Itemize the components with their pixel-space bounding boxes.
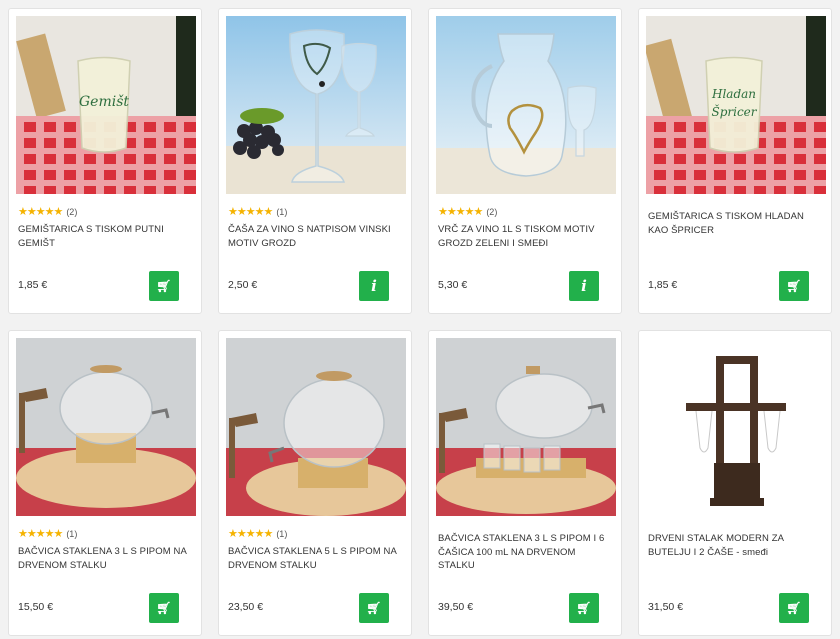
cart-icon: 🛒︎	[786, 279, 802, 293]
product-card[interactable]: ★★★★★ (2) VRČ ZA VINO 1L S TISKOM MOTIV …	[428, 8, 622, 314]
product-title[interactable]: ČAŠA ZA VINO S NATPISOM VINSKI MOTIV GRO…	[228, 223, 404, 250]
cart-icon: 🛒︎	[786, 601, 802, 615]
product-image[interactable]: Gemišt	[16, 16, 196, 194]
product-image[interactable]	[436, 16, 616, 194]
product-image[interactable]	[226, 338, 406, 516]
product-image[interactable]	[646, 338, 826, 516]
product-title[interactable]: BAČVICA STAKLENA 3 L S PIPOM NA DRVENOM …	[18, 545, 194, 572]
product-card[interactable]: ★★★★★ (1) BAČVICA STAKLENA 3 L S PIPOM N…	[8, 330, 202, 636]
product-rating: ★★★★★ (2)	[18, 205, 77, 218]
product-price: 23,50 €	[228, 601, 264, 613]
star-rating-icon: ★★★★★	[228, 206, 273, 218]
product-title[interactable]: BAČVICA STAKLENA 5 L S PIPOM NA DRVENOM …	[228, 545, 404, 572]
product-grid: Gemišt ★★★★★ (2) GEMIŠTARICA S TISKOM PU…	[0, 0, 840, 639]
product-card[interactable]: ★★★★★ (1) ČAŠA ZA VINO S NATPISOM VINSKI…	[218, 8, 412, 314]
add-to-cart-button[interactable]: 🛒︎	[569, 593, 599, 623]
product-price: 5,30 €	[438, 279, 468, 291]
svg-text:Hladan: Hladan	[711, 87, 756, 101]
product-card[interactable]: Gemišt ★★★★★ (2) GEMIŠTARICA S TISKOM PU…	[8, 8, 202, 314]
info-icon: i	[581, 277, 587, 295]
product-title[interactable]: VRČ ZA VINO 1L S TISKOM MOTIV GROZD ZELE…	[438, 223, 614, 250]
review-count: (2)	[66, 206, 78, 217]
product-card[interactable]: BAČVICA STAKLENA 3 L S PIPOM I 6 ČAŠICA …	[428, 330, 622, 636]
review-count: (1)	[276, 206, 288, 217]
review-count: (2)	[486, 206, 498, 217]
product-price: 2,50 €	[228, 279, 258, 291]
product-price: 39,50 €	[438, 601, 474, 613]
product-image[interactable]	[226, 16, 406, 194]
star-rating-icon: ★★★★★	[18, 528, 63, 540]
product-image[interactable]	[436, 338, 616, 516]
cart-icon: 🛒︎	[576, 601, 592, 615]
add-to-cart-button[interactable]: 🛒︎	[149, 593, 179, 623]
product-card[interactable]: ★★★★★ (1) BAČVICA STAKLENA 5 L S PIPOM N…	[218, 330, 412, 636]
add-to-cart-button[interactable]: 🛒︎	[779, 271, 809, 301]
product-price: 1,85 €	[648, 279, 678, 291]
product-price: 15,50 €	[18, 601, 54, 613]
star-rating-icon: ★★★★★	[228, 528, 273, 540]
product-image[interactable]: Hladan Špricer	[646, 16, 826, 194]
cart-icon: 🛒︎	[156, 279, 172, 293]
cart-icon: 🛒︎	[366, 601, 382, 615]
product-rating: ★★★★★ (1)	[228, 527, 287, 540]
star-rating-icon: ★★★★★	[18, 206, 63, 218]
product-price: 31,50 €	[648, 601, 684, 613]
add-to-cart-button[interactable]: 🛒︎	[359, 593, 389, 623]
info-button[interactable]: i	[359, 271, 389, 301]
svg-text:Špricer: Špricer	[711, 103, 757, 119]
svg-text:Gemišt: Gemišt	[79, 94, 129, 110]
cart-icon: 🛒︎	[156, 601, 172, 615]
product-rating: ★★★★★ (2)	[438, 205, 497, 218]
product-title[interactable]: DRVENI STALAK MODERN ZA BUTELJU I 2 ČAŠE…	[648, 532, 824, 559]
product-title[interactable]: GEMIŠTARICA S TISKOM HLADAN KAO ŠPRICER	[648, 210, 824, 237]
product-image[interactable]	[16, 338, 196, 516]
info-icon: i	[371, 277, 377, 295]
add-to-cart-button[interactable]: 🛒︎	[779, 593, 809, 623]
info-button[interactable]: i	[569, 271, 599, 301]
product-rating: ★★★★★ (1)	[228, 205, 287, 218]
star-rating-icon: ★★★★★	[438, 206, 483, 218]
add-to-cart-button[interactable]: 🛒︎	[149, 271, 179, 301]
product-price: 1,85 €	[18, 279, 48, 291]
product-title[interactable]: BAČVICA STAKLENA 3 L S PIPOM I 6 ČAŠICA …	[438, 532, 614, 573]
product-card[interactable]: Hladan Špricer GEMIŠTARICA S TISKOM HLAD…	[638, 8, 832, 314]
product-card[interactable]: DRVENI STALAK MODERN ZA BUTELJU I 2 ČAŠE…	[638, 330, 832, 636]
review-count: (1)	[66, 528, 78, 539]
review-count: (1)	[276, 528, 288, 539]
product-rating: ★★★★★ (1)	[18, 527, 77, 540]
product-title[interactable]: GEMIŠTARICA S TISKOM PUTNI GEMIŠT	[18, 223, 194, 250]
